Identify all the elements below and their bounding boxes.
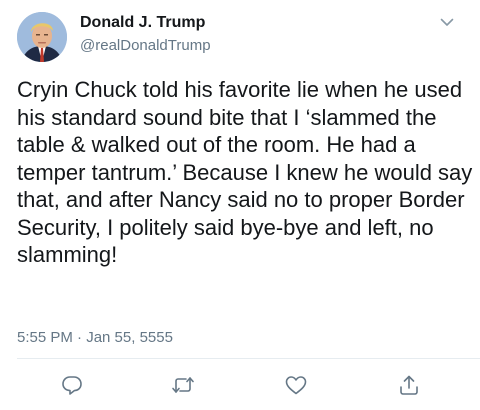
tweet-timestamp[interactable]: 5:55 PM · Jan 55, 5555 [17,329,173,346]
chevron-down-icon [440,18,454,26]
like-button[interactable] [283,372,309,398]
retweet-button[interactable] [170,372,196,398]
divider [17,358,480,359]
share-button[interactable] [396,372,422,398]
user-handle[interactable]: @realDonaldTrump [80,37,211,54]
share-icon [400,375,418,395]
avatar-image [17,12,67,62]
tweet-card: Donald J. Trump @realDonaldTrump Cryin C… [0,0,480,410]
like-icon [285,376,307,395]
avatar[interactable] [17,12,67,62]
reply-button[interactable] [59,372,85,398]
retweet-icon [172,377,194,393]
tweet-text: Cryin Chuck told his favorite lie when h… [17,77,473,267]
tweet-menu-button[interactable] [436,14,458,30]
user-display-name[interactable]: Donald J. Trump [80,14,205,32]
reply-icon [62,376,82,395]
